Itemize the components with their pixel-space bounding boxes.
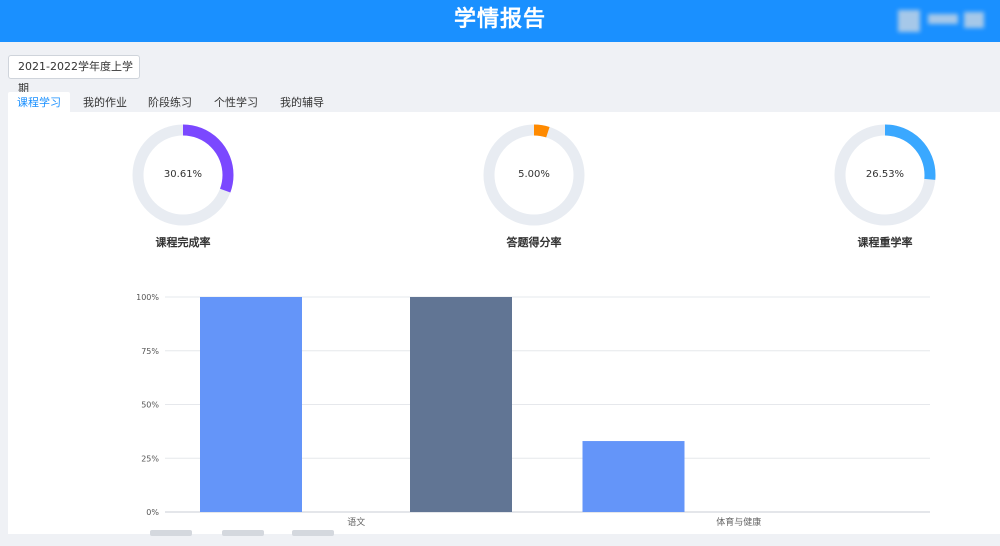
- legend-item-peek: [150, 530, 192, 536]
- bar-1-0: [582, 441, 685, 512]
- subject-bar-chart: 0% 25% 50% 75% 100% 语文 体育与健康: [136, 293, 930, 528]
- bar-0-1: [410, 297, 512, 512]
- y-tick-label: 0%: [146, 508, 159, 517]
- page-bottom-strip: [0, 534, 1000, 546]
- x-tick-label: 体育与健康: [716, 516, 761, 528]
- legend-item-peek: [222, 530, 264, 536]
- y-tick-label: 50%: [141, 401, 159, 410]
- x-tick-label: 语文: [347, 516, 365, 528]
- bar-0-0: [200, 297, 302, 512]
- legend-item-peek: [292, 530, 334, 536]
- y-tick-label: 25%: [141, 454, 159, 463]
- y-tick-label: 75%: [141, 347, 159, 356]
- y-tick-label: 100%: [136, 293, 159, 302]
